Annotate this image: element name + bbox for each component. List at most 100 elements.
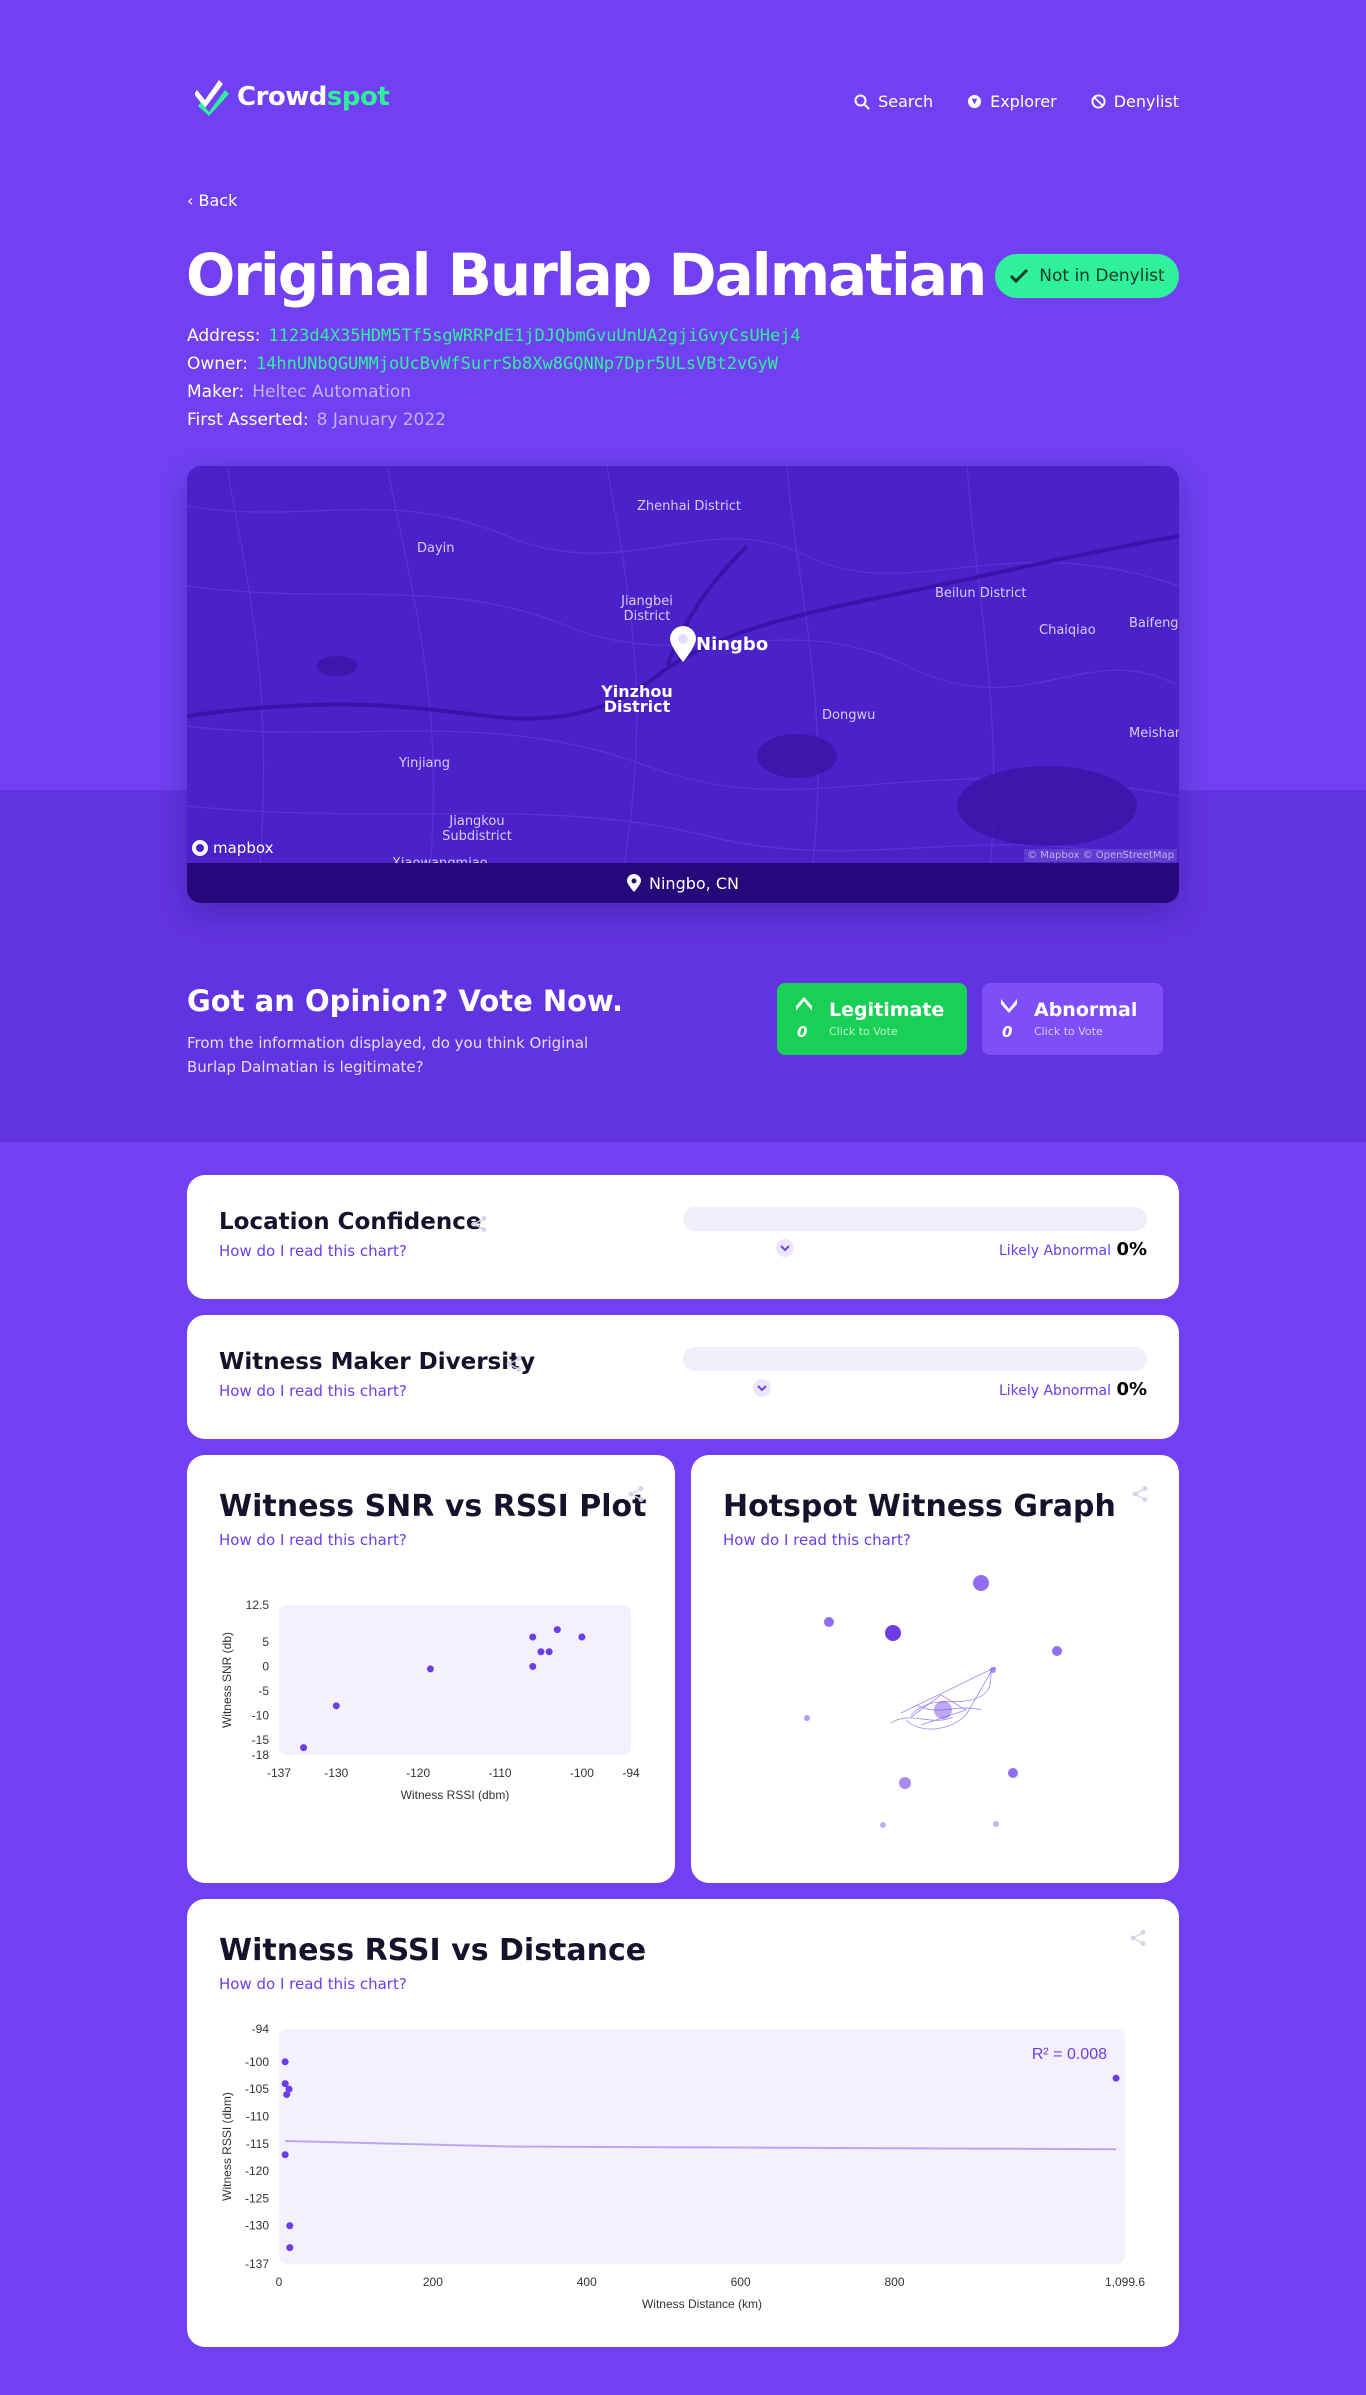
x-axis-label: Witness RSSI (dbm) — [401, 1788, 510, 1802]
owner-value[interactable]: 14hnUNbQGUMMjoUcBvWfSurrSb8Xw8GQNNp7Dpr5… — [256, 350, 778, 378]
y-tick-label: -100 — [245, 2055, 269, 2069]
y-tick-label: -18 — [252, 1748, 270, 1762]
y-tick-label: -94 — [252, 2022, 270, 2036]
y-tick-label: -10 — [252, 1709, 270, 1723]
data-point — [553, 1626, 561, 1634]
y-tick-label: -137 — [245, 2257, 269, 2271]
x-tick-label: 400 — [577, 2275, 597, 2289]
location-map[interactable]: Zhenhai District Dayin Jiangbei District… — [187, 466, 1179, 903]
x-tick-label: -120 — [406, 1766, 430, 1780]
y-tick-label: -120 — [245, 2164, 269, 2178]
x-tick-label: -137 — [267, 1766, 291, 1780]
vote-description: From the information displayed, do you t… — [187, 1034, 589, 1076]
location-pin-icon — [627, 874, 642, 892]
map-roads — [187, 466, 1179, 903]
denylist-status-badge: Not in Denylist — [995, 254, 1179, 298]
hotspot-meta: Address: 1123d4X35HDM5Tf5sgWRRPdE1jDJQbm… — [187, 322, 801, 434]
howto-link[interactable]: How do I read this chart? — [219, 1242, 407, 1260]
data-point — [537, 1648, 545, 1656]
x-tick-label: 1,099.6 — [1105, 2275, 1145, 2289]
x-tick-label: -110 — [488, 1766, 511, 1780]
data-point — [281, 2058, 289, 2066]
nav-explorer[interactable]: Explorer — [967, 92, 1057, 111]
ban-icon — [1091, 94, 1106, 109]
graph-node[interactable] — [885, 1625, 901, 1641]
plot-area — [279, 1605, 631, 1755]
r-squared-label: R² = 0.008 — [1032, 2046, 1107, 2063]
data-point — [283, 2091, 291, 2099]
legitimate-count: 0 — [797, 1023, 808, 1041]
x-tick-label: 0 — [276, 2275, 283, 2289]
map-location-bar: Ningbo, CN — [187, 863, 1179, 903]
y-tick-label: -125 — [245, 2191, 269, 2205]
location-confidence-card: Location Confidence How do I read this c… — [187, 1175, 1179, 1299]
y-axis-label: Witness SNR (db) — [220, 1632, 234, 1728]
diversity-marker — [752, 1379, 771, 1397]
share-icon[interactable] — [505, 1355, 523, 1373]
share-icon[interactable] — [470, 1215, 488, 1233]
x-tick-label: 600 — [731, 2275, 751, 2289]
x-tick-label: 800 — [884, 2275, 904, 2289]
site-header: Crowdspot Search Explorer Denylist — [187, 78, 1179, 120]
y-tick-label: -5 — [258, 1684, 269, 1698]
chevron-left-icon: ‹ — [187, 191, 199, 210]
vote-heading: Got an Opinion? Vote Now. — [187, 984, 623, 1018]
map-attribution[interactable]: © Mapbox © OpenStreetMap — [1024, 849, 1177, 862]
mapbox-logo[interactable]: mapbox — [191, 839, 273, 857]
howto-link[interactable]: How do I read this chart? — [219, 1382, 407, 1400]
snr-rssi-card: Witness SNR vs RSSI Plot How do I read t… — [187, 1455, 675, 1883]
address-value[interactable]: 1123d4X35HDM5Tf5sgWRRPdE1jDJQbmGvuUnUA2g… — [268, 322, 800, 350]
witness-graph-card: Hotspot Witness Graph How do I read this… — [691, 1455, 1179, 1883]
witness-network-graph[interactable] — [691, 1455, 1179, 1883]
x-tick-label: 200 — [423, 2275, 443, 2289]
owner-row: Owner: 14hnUNbQGUMMjoUcBvWfSurrSb8Xw8GQN… — [187, 350, 801, 378]
confidence-verdict: Likely Abnormal — [998, 1243, 1111, 1259]
logo-text: Crowdspot — [237, 82, 390, 112]
check-icon — [1010, 268, 1029, 284]
y-tick-label: -105 — [245, 2082, 269, 2096]
x-tick-label: -100 — [570, 1766, 594, 1780]
y-tick-label: -15 — [252, 1733, 270, 1747]
nav-search[interactable]: Search — [854, 92, 933, 111]
chevron-down-icon — [780, 1245, 790, 1252]
rssi-distance-card: Witness RSSI vs Distance How do I read t… — [187, 1899, 1179, 2347]
x-tick-label: -94 — [622, 1766, 640, 1780]
data-point — [332, 1702, 340, 1710]
nav-denylist[interactable]: Denylist — [1091, 92, 1179, 111]
confidence-track — [683, 1207, 1147, 1231]
x-axis-label: Witness Distance (km) — [642, 2297, 762, 2311]
asserted-row: First Asserted: 8 January 2022 — [187, 406, 801, 434]
abnormal-count: 0 — [1002, 1023, 1013, 1041]
mapbox-icon — [192, 840, 208, 856]
logo[interactable]: Crowdspot — [195, 78, 390, 116]
maker-row: Maker: Heltec Automation — [187, 378, 801, 406]
map-pin-icon[interactable] — [670, 626, 696, 662]
y-tick-label: 0 — [262, 1659, 269, 1673]
compass-icon — [968, 94, 982, 109]
logo-icon — [195, 80, 229, 116]
x-tick-label: -130 — [324, 1766, 348, 1780]
y-tick-label: 5 — [262, 1635, 269, 1649]
search-icon — [854, 94, 870, 110]
vote-legitimate-button[interactable]: 0 Legitimate Click to Vote — [777, 983, 967, 1055]
data-point — [300, 1744, 308, 1752]
data-point — [578, 1633, 586, 1641]
chevron-down-icon — [757, 1385, 767, 1392]
confidence-marker — [776, 1239, 795, 1257]
y-tick-label: -115 — [246, 2137, 269, 2151]
map-pin-label: Ningbo — [696, 634, 769, 655]
diversity-verdict: Likely Abnormal — [998, 1383, 1111, 1399]
y-tick-label: -110 — [246, 2109, 269, 2123]
diversity-track — [683, 1347, 1147, 1371]
data-point — [426, 1665, 434, 1673]
vote-abnormal-button[interactable]: 0 Abnormal Click to Vote — [982, 983, 1163, 1055]
chevron-down-icon — [1001, 999, 1017, 1013]
data-point — [1112, 2074, 1120, 2082]
snr-rssi-chart: -137 -130 -120 -110 -100 -94 12.5 5 0 -5 -10 -15-18… — [220, 1598, 640, 1802]
confidence-percent: 0% — [1116, 1239, 1147, 1260]
maker-value: Heltec Automation — [252, 382, 412, 402]
data-point — [286, 2222, 294, 2230]
back-link[interactable]: ‹ Back — [187, 191, 237, 210]
asserted-value: 8 January 2022 — [316, 410, 446, 430]
chevron-up-icon — [796, 997, 812, 1011]
